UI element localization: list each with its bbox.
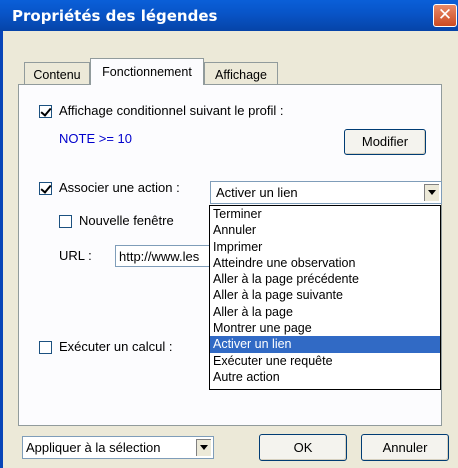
action-select[interactable]: Activer un lien [210, 181, 442, 204]
cancel-button[interactable]: Annuler [361, 434, 449, 461]
action-dropdown-list[interactable]: Terminer Annuler Imprimer Atteindre une … [209, 205, 441, 390]
list-item-selected[interactable]: Activer un lien [210, 336, 440, 353]
execute-calc-label: Exécuter un calcul : [59, 339, 173, 354]
conditional-display-checkbox[interactable] [39, 105, 52, 118]
tab-affichage[interactable]: Affichage [204, 62, 278, 85]
window-frame [0, 31, 3, 468]
list-item[interactable]: Aller à la page suivante [210, 287, 440, 303]
chevron-down-icon[interactable] [195, 438, 212, 457]
associate-action-label: Associer une action : [59, 180, 180, 195]
close-button[interactable]: ✕ [433, 4, 457, 27]
tab-fonctionnement[interactable]: Fonctionnement [90, 58, 204, 85]
list-item[interactable]: Atteindre une observation [210, 255, 440, 271]
new-window-checkbox[interactable] [59, 215, 72, 228]
list-item[interactable]: Aller à la page précédente [210, 271, 440, 287]
modify-button-label: Modifier [361, 134, 409, 149]
ok-button[interactable]: OK [259, 434, 347, 461]
ok-button-label: OK [293, 440, 313, 455]
modify-button[interactable]: Modifier [344, 129, 426, 155]
conditional-display-label: Affichage conditionnel suivant le profil… [59, 103, 284, 118]
title-bar: Propriétés des légendes ✕ [0, 0, 458, 31]
tab-contenu[interactable]: Contenu [24, 62, 90, 85]
url-label: URL : [59, 248, 92, 263]
apply-scope-value: Appliquer à la sélection [26, 440, 161, 455]
list-item[interactable]: Imprimer [210, 239, 440, 255]
new-window-label: Nouvelle fenêtre [79, 213, 174, 228]
chevron-down-icon[interactable] [423, 183, 440, 202]
list-item[interactable]: Exécuter une requête [210, 353, 440, 369]
cancel-button-label: Annuler [382, 440, 428, 455]
condition-expression: NOTE >= 10 [59, 131, 132, 146]
list-item[interactable]: Annuler [210, 222, 440, 238]
list-item[interactable]: Terminer [210, 206, 440, 222]
close-icon: ✕ [437, 5, 453, 25]
window-title: Propriétés des légendes [12, 7, 218, 25]
url-value: http://www.les [119, 249, 200, 264]
list-item[interactable]: Aller à la page [210, 304, 440, 320]
tab-label: Contenu [33, 68, 81, 82]
execute-calc-checkbox[interactable] [39, 341, 52, 354]
tab-label: Fonctionnement [102, 65, 192, 79]
list-item[interactable]: Autre action [210, 369, 440, 385]
tab-label: Affichage [215, 68, 267, 82]
associate-action-checkbox[interactable] [39, 182, 52, 195]
list-item[interactable]: Montrer une page [210, 320, 440, 336]
action-select-value: Activer un lien [216, 185, 298, 200]
apply-scope-select[interactable]: Appliquer à la sélection [22, 436, 214, 459]
